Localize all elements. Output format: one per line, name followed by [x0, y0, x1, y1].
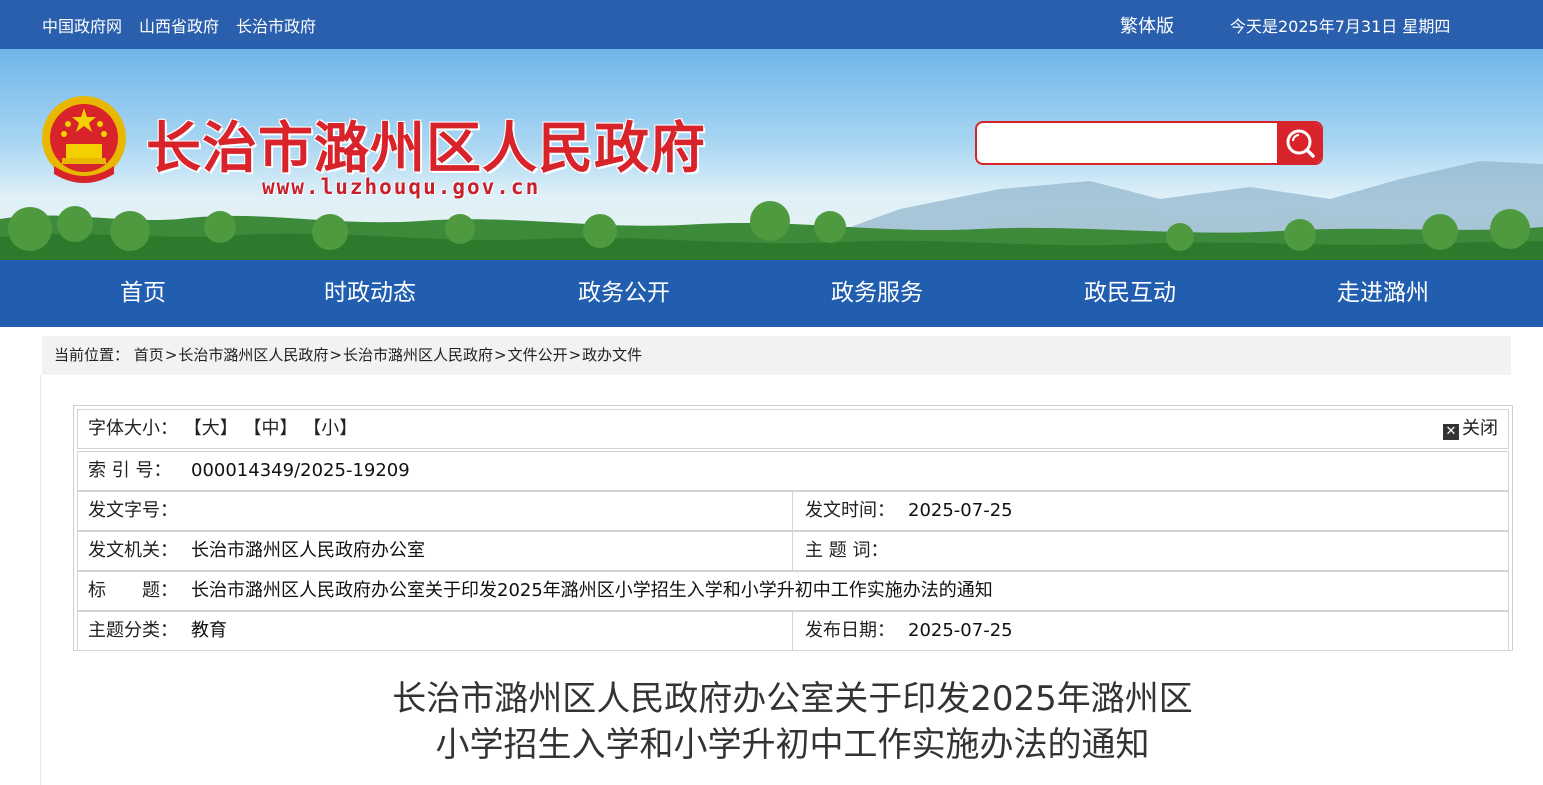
publish-date-value: 2025-07-25	[908, 620, 1013, 641]
search-input[interactable]	[985, 131, 1269, 157]
breadcrumb-file-disclosure[interactable]: 文件公开	[508, 346, 568, 364]
nav-about-luzhou[interactable]: 走进潞州	[1337, 260, 1429, 327]
category-label: 主题分类：	[88, 620, 178, 641]
title-value: 长治市潞州区人民政府办公室关于印发2025年潞州区小学招生入学和小学升初中工作实…	[191, 580, 993, 601]
breadcrumb-office-documents[interactable]: 政办文件	[582, 346, 642, 364]
search-box	[975, 121, 1323, 165]
font-medium-button[interactable]: 【中】	[243, 418, 297, 439]
font-size-controls: 字体大小： 【大】 【中】 【小】	[88, 410, 357, 448]
search-icon	[1286, 129, 1315, 158]
index-value: 000014349/2025-19209	[191, 460, 410, 481]
link-china-gov[interactable]: 中国政府网	[42, 13, 122, 37]
agency-value: 长治市潞州区人民政府办公室	[191, 540, 425, 561]
close-button[interactable]: ✕ 关闭	[1443, 410, 1498, 448]
document-title-line-1: 长治市潞州区人民政府办公室关于印发2025年潞州区	[392, 679, 1193, 719]
nav-news[interactable]: 时政动态	[324, 260, 416, 327]
breadcrumb-label: 当前位置：	[54, 346, 130, 364]
publish-date-label: 发布日期：	[805, 620, 895, 641]
document-title: 长治市潞州区人民政府办公室关于印发2025年潞州区 小学招生入学和小学升初中工作…	[0, 676, 1543, 768]
font-size-row: 字体大小： 【大】 【中】 【小】 ✕ 关闭	[77, 409, 1509, 449]
close-label: 关闭	[1462, 418, 1498, 439]
index-label: 索 引 号：	[88, 460, 172, 481]
top-bar: 中国政府网 山西省政府 长治市政府 繁体版 今天是2025年7月31日 星期四	[0, 0, 1543, 49]
font-size-label: 字体大小：	[88, 418, 178, 439]
national-emblem	[42, 96, 126, 183]
nav-interaction[interactable]: 政民互动	[1084, 260, 1176, 327]
top-links: 中国政府网 山西省政府 长治市政府	[42, 13, 316, 37]
font-small-button[interactable]: 【小】	[303, 418, 357, 439]
breadcrumb-home[interactable]: 首页	[134, 346, 164, 364]
breadcrumb-separator: >	[164, 346, 178, 364]
close-icon: ✕	[1443, 424, 1459, 440]
index-row: 索 引 号： 000014349/2025-19209	[77, 451, 1509, 491]
doc-number-label: 发文字号：	[88, 500, 178, 521]
link-shanxi-gov[interactable]: 山西省政府	[139, 13, 219, 37]
agency-row: 发文机关： 长治市潞州区人民政府办公室 主 题 词：	[77, 531, 1509, 571]
breadcrumb-district-gov-2[interactable]: 长治市潞州区人民政府	[343, 346, 493, 364]
nav-gov-services[interactable]: 政务服务	[831, 260, 923, 327]
current-date: 今天是2025年7月31日 星期四	[1230, 17, 1451, 36]
nav-gov-affairs-open[interactable]: 政务公开	[578, 260, 670, 327]
search-button[interactable]	[1277, 123, 1321, 163]
breadcrumb-district-gov[interactable]: 长治市潞州区人民政府	[178, 346, 328, 364]
document-info-table: 字体大小： 【大】 【中】 【小】 ✕ 关闭 索 引 号： 000014349/2…	[73, 405, 1513, 651]
agency-label: 发文机关：	[88, 540, 178, 561]
issue-time-value: 2025-07-25	[908, 500, 1013, 521]
doc-number-row: 发文字号： 发文时间： 2025-07-25	[77, 491, 1509, 531]
site-url: www.luzhouqu.gov.cn	[262, 175, 541, 199]
title-label: 标 题：	[88, 580, 178, 601]
cell-divider	[792, 612, 793, 650]
category-row: 主题分类： 教育 发布日期： 2025-07-25	[77, 611, 1509, 651]
subject-label: 主 题 词：	[805, 540, 889, 561]
breadcrumb-separator: >	[568, 346, 582, 364]
breadcrumb-separator: >	[494, 346, 507, 364]
header-banner: 长治市潞州区人民政府 www.luzhouqu.gov.cn	[0, 49, 1543, 260]
font-large-button[interactable]: 【大】	[184, 418, 238, 439]
cell-divider	[792, 492, 793, 530]
cell-divider	[792, 532, 793, 570]
category-value: 教育	[191, 620, 227, 641]
title-row: 标 题： 长治市潞州区人民政府办公室关于印发2025年潞州区小学招生入学和小学升…	[77, 571, 1509, 611]
issue-time-label: 发文时间：	[805, 500, 895, 521]
breadcrumb-separator: >	[329, 346, 342, 364]
link-changzhi-gov[interactable]: 长治市政府	[236, 13, 316, 37]
breadcrumb: 当前位置： 首页>长治市潞州区人民政府>长治市潞州区人民政府>文件公开>政办文件	[42, 336, 1511, 375]
traditional-chinese-link[interactable]: 繁体版	[1120, 12, 1174, 38]
nav-home[interactable]: 首页	[120, 260, 166, 327]
site-title: 长治市潞州区人民政府	[146, 115, 707, 180]
document-title-line-2: 小学招生入学和小学升初中工作实施办法的通知	[435, 725, 1150, 765]
main-nav: 首页 时政动态 政务公开 政务服务 政民互动 走进潞州	[0, 260, 1543, 327]
